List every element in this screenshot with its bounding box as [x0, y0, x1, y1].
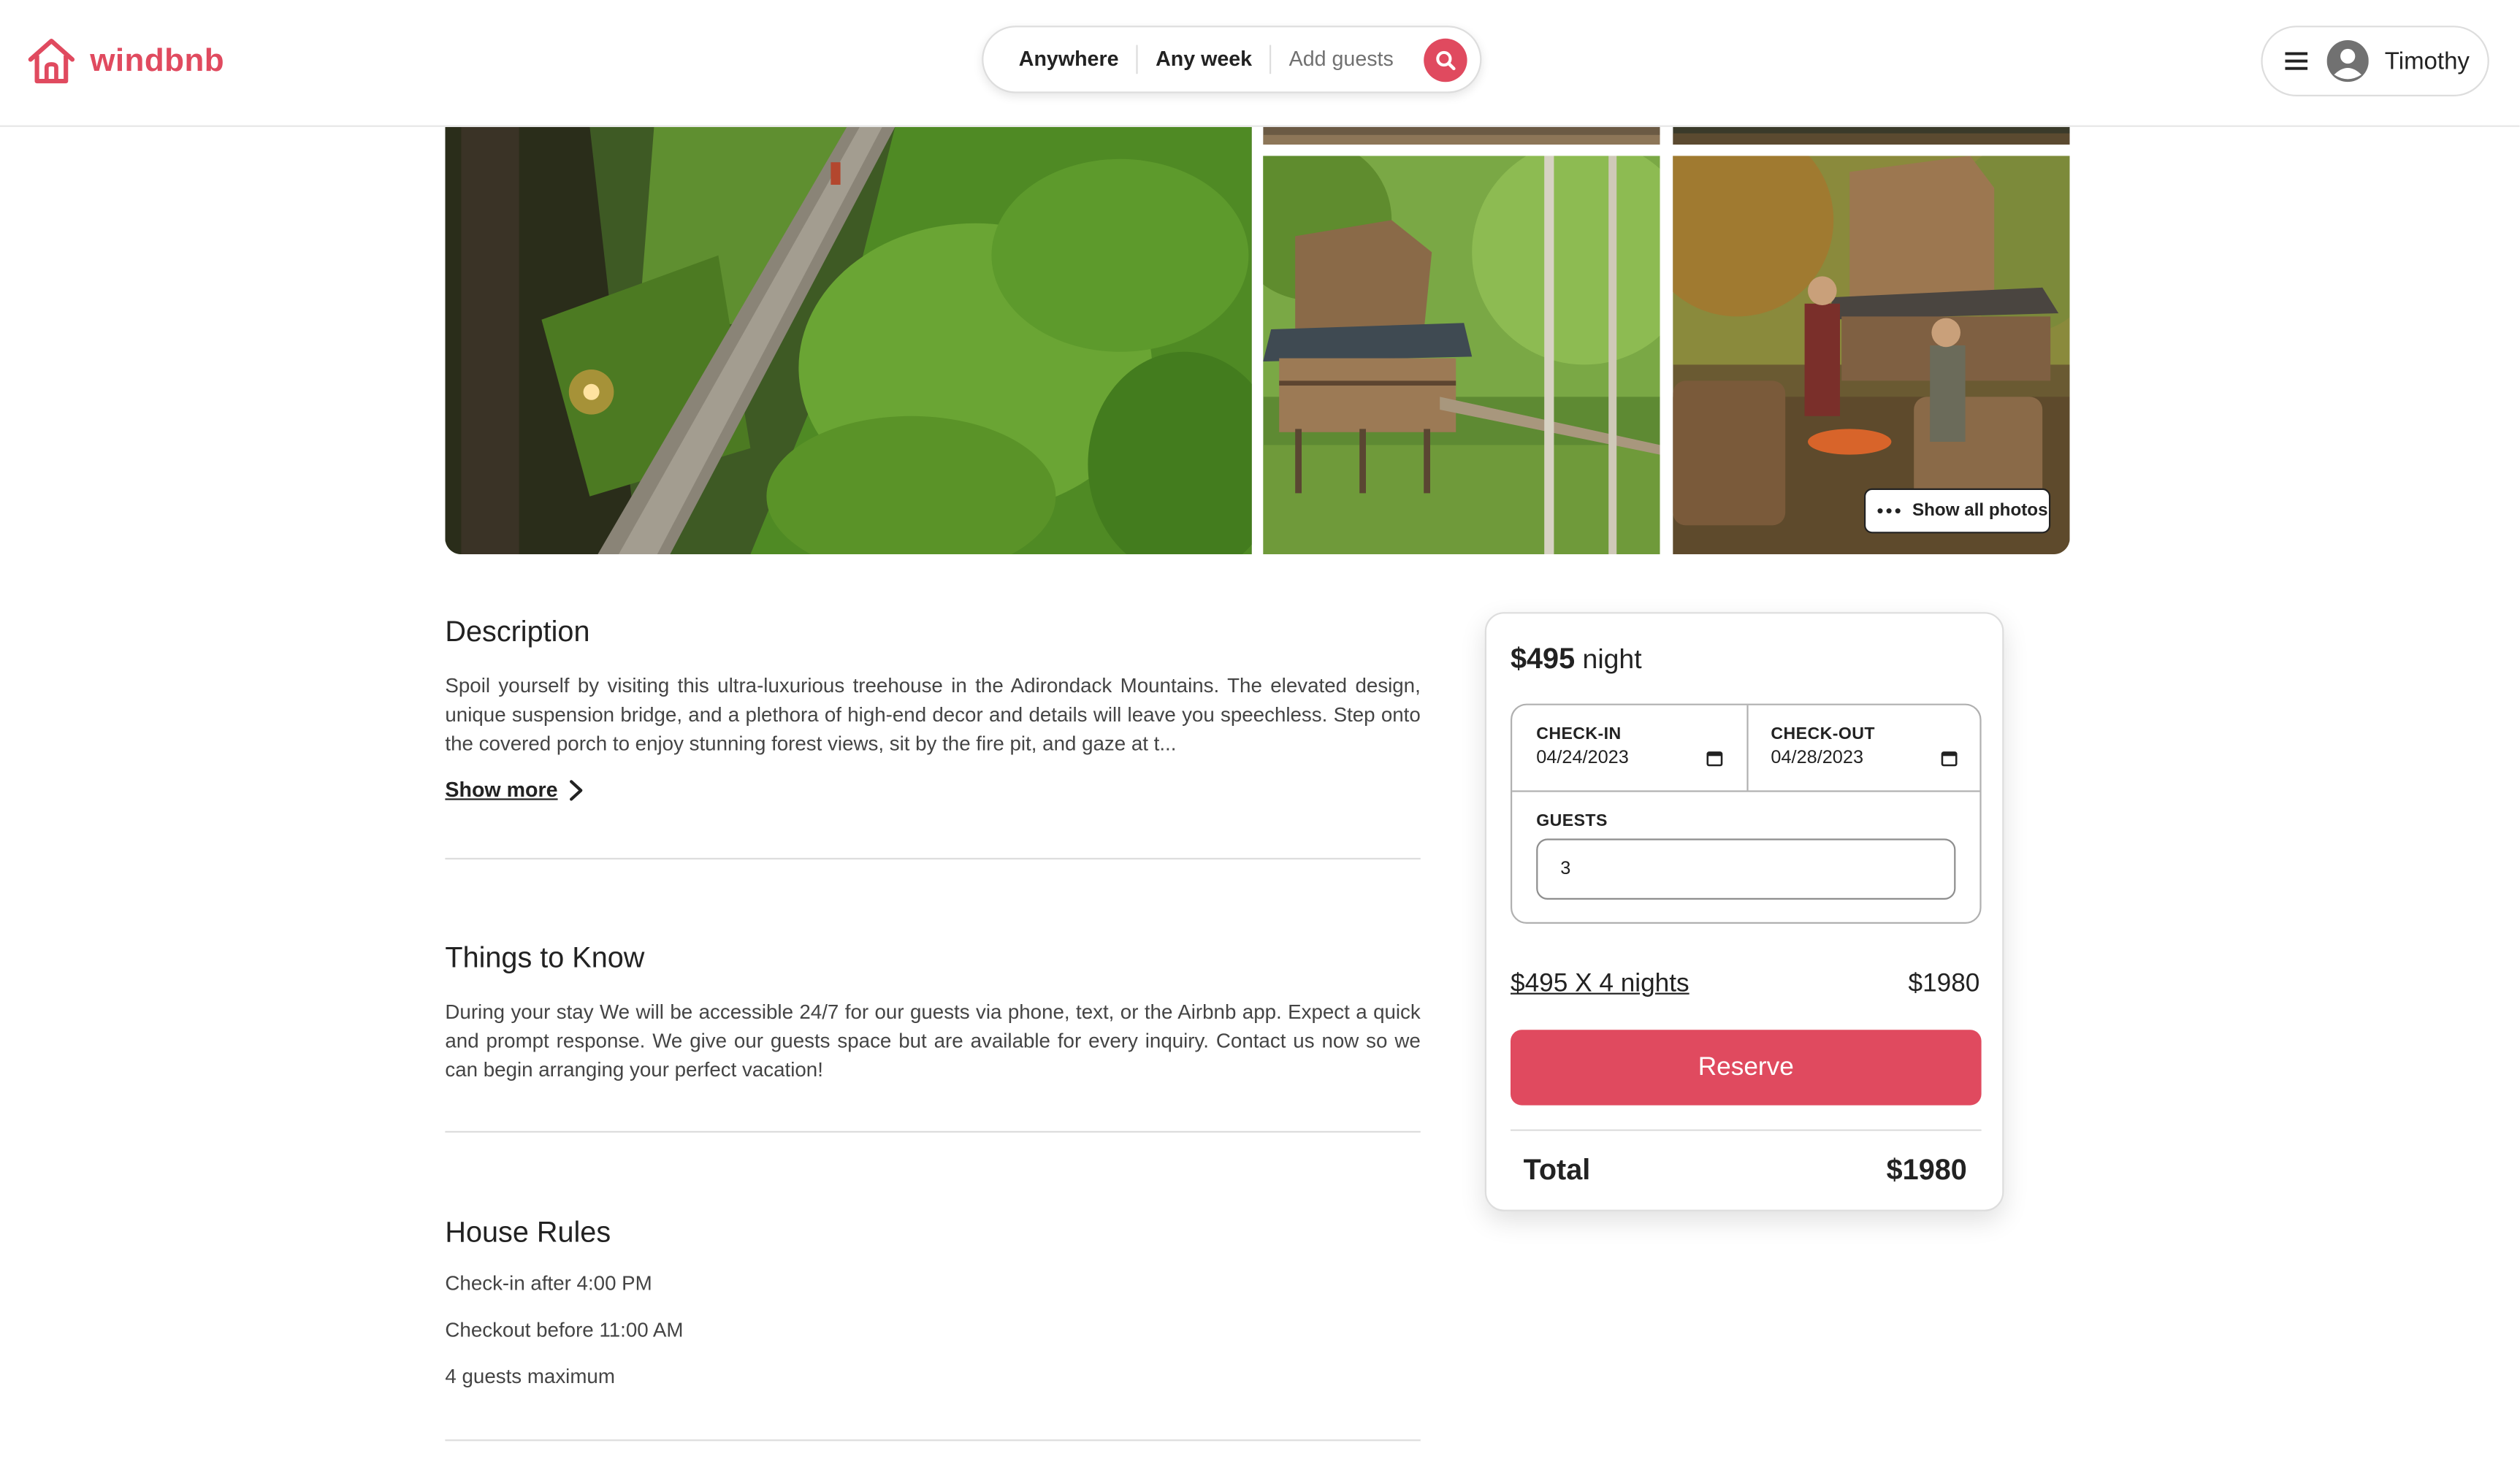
description-title: Description [445, 615, 590, 648]
price-per-night: $495 night [1511, 643, 1642, 676]
search-week[interactable]: Any week [1138, 45, 1269, 74]
user-menu-button[interactable]: Timothy [2261, 26, 2489, 97]
chevron-right-icon [570, 779, 583, 800]
total-amount: $1980 [1886, 1153, 1967, 1186]
calendar-icon[interactable] [1706, 750, 1723, 767]
checkout-label: CHECK-OUT [1771, 724, 1875, 744]
photo-main[interactable] [445, 126, 1252, 555]
house-rule-item: 4 guests maximum [445, 1366, 615, 1388]
forest-floor-photo [1673, 126, 2070, 145]
reserve-button[interactable]: Reserve [1511, 1030, 1982, 1106]
nightly-price: $495 [1511, 643, 1576, 675]
dots-icon [1877, 508, 1901, 514]
hamburger-menu-icon [2285, 52, 2308, 70]
things-to-know-text: During your stay We will be accessible 2… [445, 1000, 1421, 1082]
house-rule-item: Checkout before 11:00 AM [445, 1319, 684, 1341]
photo-gallery [445, 126, 2070, 555]
total-label: Total [1523, 1153, 1591, 1186]
photo-thumb-top-2[interactable] [1673, 126, 2070, 145]
checkout-field[interactable]: CHECK-OUT 04/28/2023 [1746, 705, 1979, 791]
section-divider [445, 1130, 1421, 1133]
booking-inputs: CHECK-IN 04/24/2023 CHECK-OUT 04/28/2023 [1511, 703, 1982, 924]
checkin-label: CHECK-IN [1536, 724, 1622, 744]
house-icon [28, 39, 75, 84]
calendar-icon[interactable] [1941, 750, 1958, 767]
guests-input[interactable] [1536, 838, 1956, 900]
guests-label: GUESTS [1536, 811, 1608, 831]
checkin-field[interactable]: CHECK-IN 04/24/2023 [1512, 705, 1749, 791]
house-rule-item: Check-in after 4:00 PM [445, 1272, 652, 1295]
section-divider [445, 857, 1421, 859]
show-more-link[interactable]: Show more [445, 778, 583, 802]
logo[interactable]: windbnb [26, 35, 224, 86]
things-to-know-title: Things to Know [445, 941, 645, 974]
logo-text: windbnb [90, 42, 225, 78]
checkin-date: 04/24/2023 [1536, 748, 1629, 768]
checkout-date: 04/28/2023 [1771, 748, 1864, 768]
treehouse-bridge-photo [445, 126, 1252, 555]
search-guests[interactable]: Add guests [1271, 45, 1411, 74]
show-all-photos-label: Show all photos [1912, 501, 2048, 521]
show-all-photos-button[interactable]: Show all photos [1864, 488, 2051, 534]
user-name: Timothy [2384, 47, 2470, 75]
deck-photo [1263, 126, 1660, 145]
user-avatar-icon [2326, 40, 2369, 83]
show-more-label: Show more [445, 777, 558, 802]
search-icon [1436, 50, 1456, 71]
photo-thumb-top-1[interactable] [1263, 126, 1660, 145]
page: windbnb Anywhere Any week Add guests Tim… [0, 0, 2520, 1459]
search-button[interactable] [1424, 38, 1467, 83]
per-night-label: night [1582, 644, 1642, 675]
search-bar[interactable]: Anywhere Any week Add guests [982, 26, 1482, 93]
card-divider [1511, 1129, 1982, 1131]
top-navbar: windbnb Anywhere Any week Add guests Tim… [0, 0, 2520, 127]
price-breakdown-link[interactable]: $495 X 4 nights [1511, 970, 1689, 1000]
photo-thumb-bottom-1[interactable] [1263, 156, 1660, 554]
cabin-photo [1263, 156, 1660, 554]
booking-card: $495 night CHECK-IN 04/24/2023 CHECK-OUT… [1484, 612, 2004, 1211]
checkout-date-input[interactable]: 04/28/2023 [1771, 748, 1958, 768]
checkin-date-input[interactable]: 04/24/2023 [1536, 748, 1723, 768]
search-location[interactable]: Anywhere [983, 45, 1136, 74]
house-rules-title: House Rules [445, 1216, 611, 1249]
section-divider [445, 1439, 1421, 1441]
description-text: Spoil yourself by visiting this ultra-lu… [445, 675, 1421, 756]
booking-box-divider [1512, 790, 1980, 792]
price-breakdown-amount: $1980 [1908, 970, 1980, 998]
